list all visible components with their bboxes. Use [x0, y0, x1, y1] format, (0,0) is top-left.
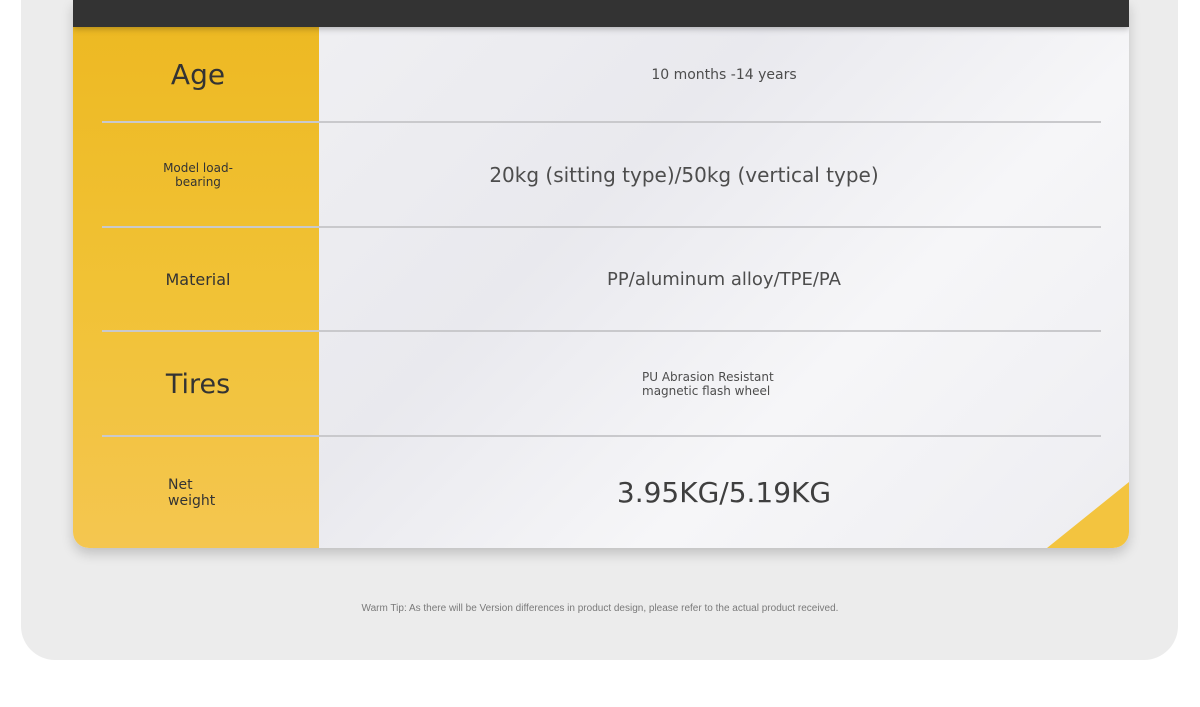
- spec-label-tires: Tires: [165, 368, 231, 400]
- corner-accent: [1047, 482, 1129, 548]
- spec-row-net-weight: Net weight 3.95KG/5.19KG: [73, 437, 1129, 548]
- spec-label-material: Material: [165, 270, 231, 289]
- spec-row-age: Age 10 months -14 years: [73, 27, 1129, 122]
- spec-row-load-bearing: Model load- bearing 20kg (sitting type)/…: [73, 123, 1129, 227]
- spec-label-net-weight-line1: Net: [168, 476, 193, 493]
- spec-row-material: Material PP/aluminum alloy/TPE/PA: [73, 228, 1129, 331]
- spec-label-load-bearing-line1: Model load-: [163, 161, 233, 175]
- spec-label-age: Age: [170, 58, 226, 91]
- spec-value-load-bearing: 20kg (sitting type)/50kg (vertical type): [489, 163, 879, 187]
- spec-label-net-weight-line2: weight: [168, 492, 216, 509]
- spec-value-material: PP/aluminum alloy/TPE/PA: [607, 269, 841, 290]
- warm-tip: Warm Tip: As there will be Version diffe…: [361, 603, 839, 614]
- spec-value-net-weight: 3.95KG/5.19KG: [616, 476, 832, 509]
- spec-card: Age 10 months -14 years Model load- bear…: [73, 0, 1129, 548]
- spec-value-age: 10 months -14 years: [651, 66, 797, 83]
- spec-value-tires: PU Abrasion Resistant magnetic flash whe…: [319, 332, 1129, 436]
- spec-value-tires-line2: magnetic flash wheel: [642, 384, 771, 398]
- spec-label-load-bearing-line2: bearing: [175, 175, 221, 189]
- spec-label-load-bearing: Model load- bearing: [73, 123, 323, 227]
- header-bar: [73, 0, 1129, 27]
- spec-value-tires-line1: PU Abrasion Resistant: [642, 370, 774, 384]
- spec-label-net-weight: Net weight: [73, 437, 215, 548]
- spec-row-tires: Tires PU Abrasion Resistant magnetic fla…: [73, 332, 1129, 436]
